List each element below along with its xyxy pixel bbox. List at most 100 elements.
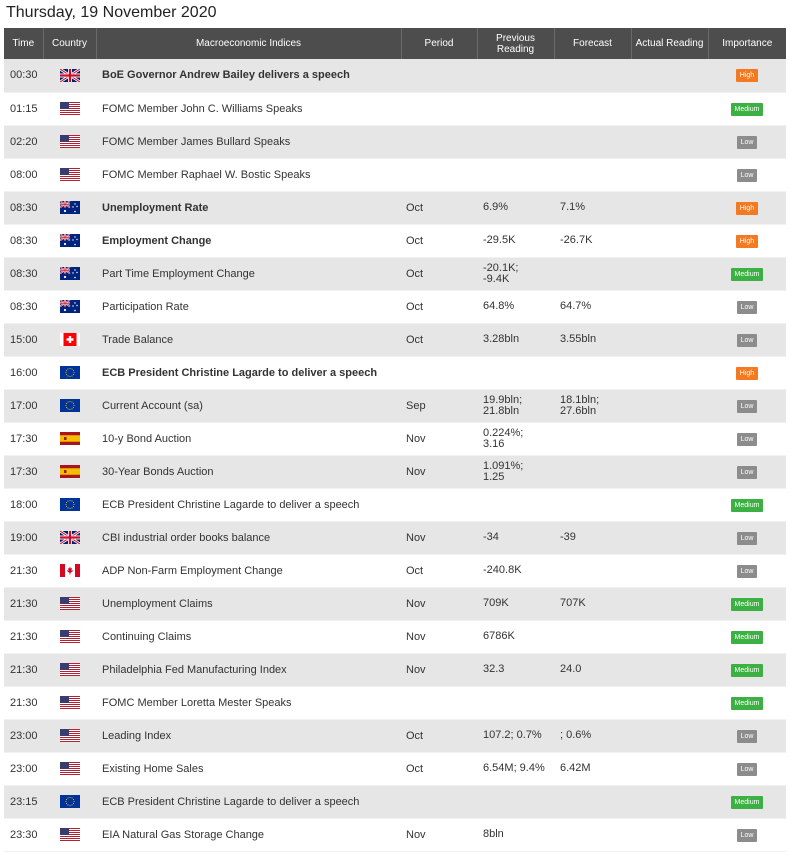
table-row[interactable]: 17:30 10-y Bond Auction Nov 0.224%; 3.16 Low <box>4 422 786 456</box>
country-cell <box>43 323 96 357</box>
previous-reading-cell: 6.9% <box>477 191 554 225</box>
indicator-cell[interactable]: Current Account (sa) <box>96 389 401 423</box>
au-flag-icon <box>59 201 80 214</box>
time-cell: 08:30 <box>4 257 43 291</box>
indicator-cell[interactable]: Leading Index <box>96 719 401 753</box>
col-forecast-header[interactable]: Forecast <box>553 28 631 59</box>
time-cell: 15:00 <box>4 323 43 357</box>
importance-cell: High <box>708 356 786 390</box>
table-row[interactable]: 15:00 Trade Balance Oct 3.28bln 3.55bln Low <box>4 323 786 357</box>
importance-badge: High <box>735 201 759 215</box>
table-row[interactable]: 16:00 ECB President Christine Lagarde to … <box>4 356 786 390</box>
country-cell <box>43 92 96 126</box>
table-row[interactable]: 23:00 Existing Home Sales Oct 6.54M; 9.4% 6.… <box>4 752 786 786</box>
table-row[interactable]: 21:30 Unemployment Claims Nov 709K 707K Mediu… <box>4 587 786 621</box>
indicator-cell[interactable]: FOMC Member Loretta Mester Speaks <box>96 686 401 720</box>
period-cell <box>401 488 477 522</box>
importance-cell: Low <box>708 422 786 456</box>
indicator-cell[interactable]: ADP Non-Farm Employment Change <box>96 554 401 588</box>
es-flag-icon <box>59 465 80 478</box>
importance-cell: Low <box>708 290 786 324</box>
indicator-cell[interactable]: 10-y Bond Auction <box>96 422 401 456</box>
forecast-cell <box>554 620 631 654</box>
time-cell: 23:30 <box>4 818 43 852</box>
col-previous-header[interactable]: Previous Reading <box>476 28 554 59</box>
forecast-cell: 24.0 <box>554 653 631 687</box>
table-row[interactable]: 08:30 Part Time Employment Change Oct -20.1… <box>4 257 786 291</box>
forecast-cell: 6.42M <box>554 752 631 786</box>
indicator-cell[interactable]: Participation Rate <box>96 290 401 324</box>
country-cell <box>43 125 96 159</box>
indicator-cell[interactable]: BoE Governor Andrew Bailey delivers a sp… <box>96 59 401 93</box>
importance-badge: Medium <box>730 630 764 644</box>
table-row[interactable]: 19:00 CBI industrial order books balance N… <box>4 521 786 555</box>
period-cell: Nov <box>401 818 477 852</box>
indicator-cell[interactable]: ECB President Christine Lagarde to deliv… <box>96 785 401 819</box>
table-row[interactable]: 02:20 FOMC Member James Bullard Speaks Low <box>4 125 786 159</box>
table-row[interactable]: 17:30 30-Year Bonds Auction Nov 1.091%; 1.2… <box>4 455 786 489</box>
country-cell <box>43 752 96 786</box>
table-row[interactable]: 08:30 Employment Change Oct -29.5K -26.7K Hig… <box>4 224 786 258</box>
forecast-cell <box>554 455 631 489</box>
indicator-cell[interactable]: Trade Balance <box>96 323 401 357</box>
table-row[interactable]: 23:30 EIA Natural Gas Storage Change Nov 8b… <box>4 818 786 852</box>
col-country-header[interactable]: Country <box>42 28 96 59</box>
indicator-cell[interactable]: Existing Home Sales <box>96 752 401 786</box>
indicator-cell[interactable]: FOMC Member Raphael W. Bostic Speaks <box>96 158 401 192</box>
indicator-cell[interactable]: CBI industrial order books balance <box>96 521 401 555</box>
indicator-cell[interactable]: Employment Change <box>96 224 401 258</box>
forecast-cell: ; 0.6% <box>554 719 631 753</box>
table-row[interactable]: 01:15 FOMC Member John C. Williams Speaks… <box>4 92 786 126</box>
table-row[interactable]: 21:30 ADP Non-Farm Employment Change Oct -2… <box>4 554 786 588</box>
actual-reading-cell <box>631 521 708 555</box>
us-flag-icon <box>59 102 80 115</box>
table-row[interactable]: 17:00 Current Account (sa) Sep 19.9bln; 21.… <box>4 389 786 423</box>
time-cell: 08:30 <box>4 224 43 258</box>
forecast-cell <box>554 422 631 456</box>
indicator-cell[interactable]: Continuing Claims <box>96 620 401 654</box>
table-row[interactable]: 23:00 Leading Index Oct 107.2; 0.7%; 0.6% Lo… <box>4 719 786 753</box>
indicator-cell[interactable]: Unemployment Claims <box>96 587 401 621</box>
previous-reading-cell: 6.54M; 9.4% <box>477 752 554 786</box>
country-cell <box>43 719 96 753</box>
table-row[interactable]: 23:15 ECB President Christine Lagarde to … <box>4 785 786 819</box>
table-row[interactable]: 21:30 Philadelphia Fed Manufacturing Inde… <box>4 653 786 687</box>
time-cell: 18:00 <box>4 488 43 522</box>
forecast-cell <box>554 818 631 852</box>
col-actual-header[interactable]: Actual Reading <box>630 28 708 59</box>
table-row[interactable]: 08:30 Participation Rate Oct 64.8% 64.7% Low <box>4 290 786 324</box>
actual-reading-cell <box>631 158 708 192</box>
table-row[interactable]: 08:30 Unemployment Rate Oct 6.9% 7.1% High <box>4 191 786 225</box>
indicator-cell[interactable]: Philadelphia Fed Manufacturing Index <box>96 653 401 687</box>
col-period-header[interactable]: Period <box>400 28 477 59</box>
period-cell <box>401 356 477 390</box>
table-row[interactable]: 08:00 FOMC Member Raphael W. Bostic Speak… <box>4 158 786 192</box>
indicator-cell[interactable]: Part Time Employment Change <box>96 257 401 291</box>
actual-reading-cell <box>631 422 708 456</box>
country-cell <box>43 356 96 390</box>
col-indices-header[interactable]: Macroeconomic Indices <box>95 28 401 59</box>
eu-flag-icon <box>59 399 80 412</box>
col-time-header[interactable]: Time <box>4 28 43 59</box>
col-importance-header[interactable]: Importance <box>707 28 786 59</box>
country-cell <box>43 653 96 687</box>
period-cell: Oct <box>401 224 477 258</box>
importance-badge: Medium <box>730 795 764 809</box>
time-cell: 01:15 <box>4 92 43 126</box>
importance-cell: High <box>708 191 786 225</box>
indicator-cell[interactable]: FOMC Member John C. Williams Speaks <box>96 92 401 126</box>
table-row[interactable]: 21:30 FOMC Member Loretta Mester Speaks Me… <box>4 686 786 720</box>
actual-reading-cell <box>631 92 708 126</box>
period-cell: Nov <box>401 521 477 555</box>
economic-calendar-table: Time Country Macroeconomic Indices Perio… <box>4 28 786 852</box>
indicator-cell[interactable]: EIA Natural Gas Storage Change <box>96 818 401 852</box>
indicator-cell[interactable]: 30-Year Bonds Auction <box>96 455 401 489</box>
table-row[interactable]: 21:30 Continuing Claims Nov 6786K Medium <box>4 620 786 654</box>
actual-reading-cell <box>631 587 708 621</box>
indicator-cell[interactable]: FOMC Member James Bullard Speaks <box>96 125 401 159</box>
table-row[interactable]: 18:00 ECB President Christine Lagarde to … <box>4 488 786 522</box>
indicator-cell[interactable]: ECB President Christine Lagarde to deliv… <box>96 488 401 522</box>
table-row[interactable]: 00:30 BoE Governor Andrew Bailey delivers… <box>4 59 786 93</box>
indicator-cell[interactable]: ECB President Christine Lagarde to deliv… <box>96 356 401 390</box>
indicator-cell[interactable]: Unemployment Rate <box>96 191 401 225</box>
